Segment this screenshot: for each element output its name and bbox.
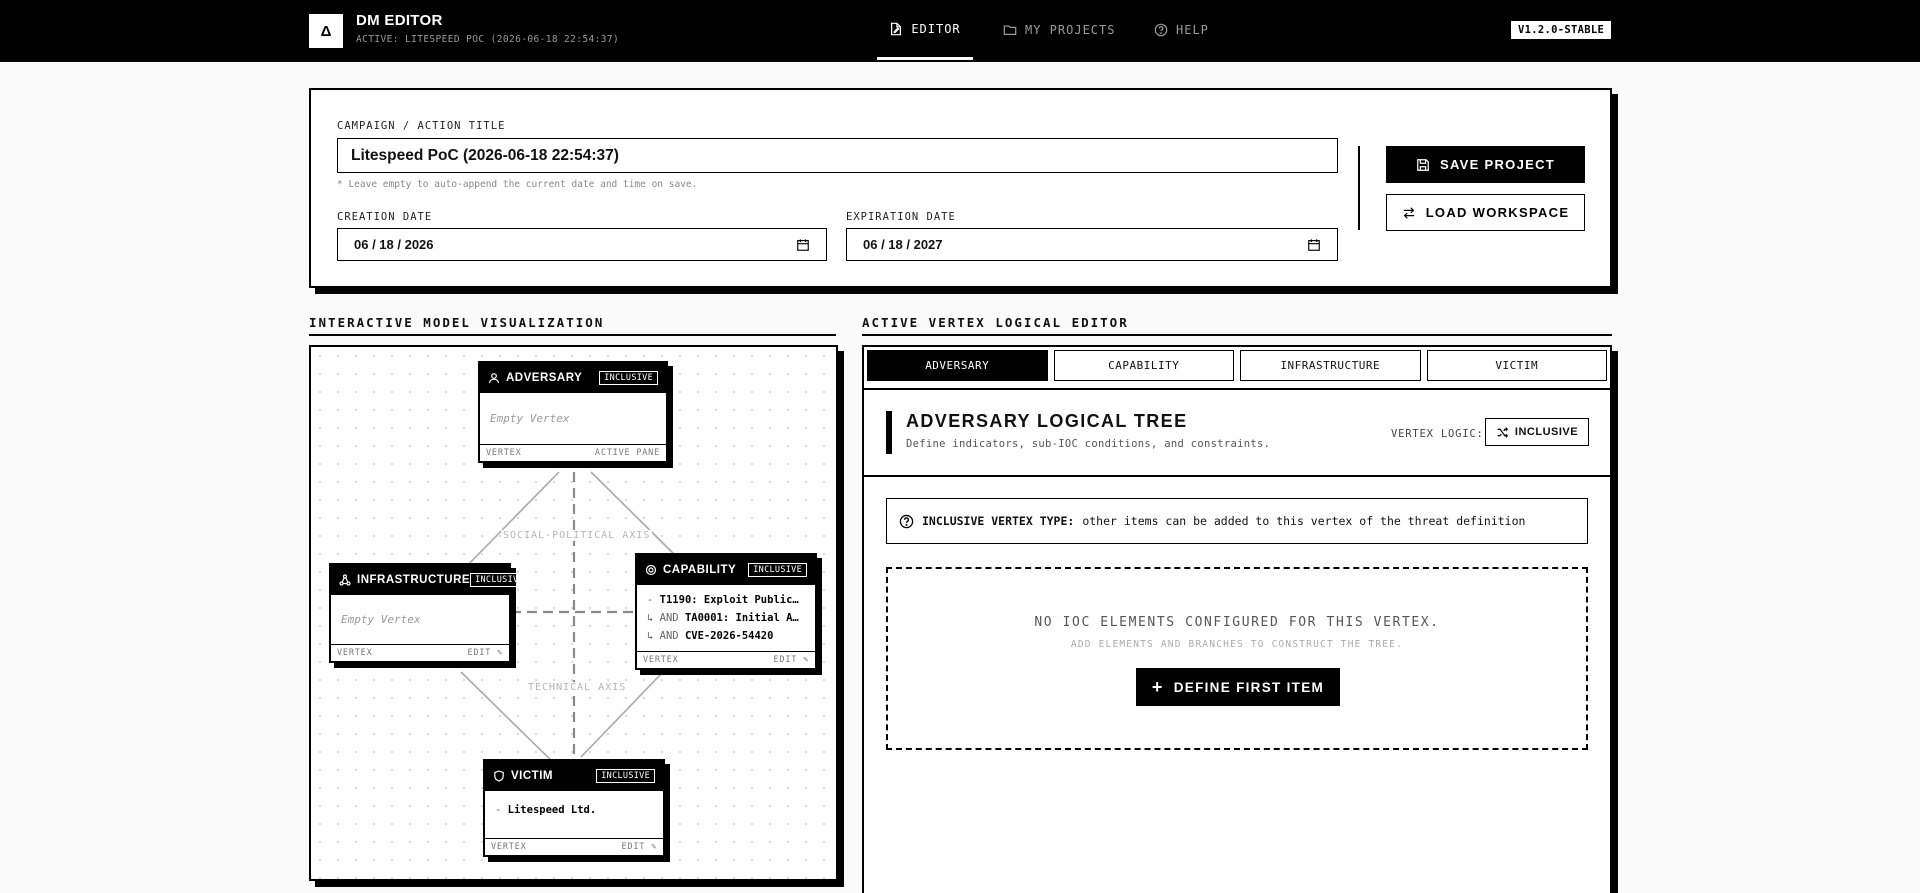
expiration-date-input[interactable]: 06 / 18 / 2027 [846, 228, 1338, 261]
title-field-label: CAMPAIGN / ACTION TITLE [337, 120, 506, 132]
editor-header-divider [864, 475, 1610, 477]
tab-capability[interactable]: CAPABILITY [1053, 350, 1234, 381]
folder-icon [1003, 25, 1017, 35]
save-icon [1417, 158, 1429, 171]
vertex-foot-label: VERTEX [491, 842, 527, 852]
empty-state-subtitle: ADD ELEMENTS AND BRANCHES TO CONSTRUCT T… [1070, 639, 1404, 650]
top-navigation-bar: Δ DM EDITOR ACTIVE: LITESPEED POC (2026-… [0, 0, 1920, 62]
info-text: other items can be added to this vertex … [1082, 514, 1526, 528]
help-circle-icon [1154, 23, 1168, 37]
expiration-date-value: 06 / 18 / 2027 [863, 237, 943, 252]
vertex-foot-label: VERTEX [337, 648, 373, 658]
vertex-title: INFRASTRUCTURE [339, 574, 470, 586]
tab-victim[interactable]: VICTIM [1426, 350, 1607, 381]
vertex-adversary[interactable]: ADVERSARY INCLUSIVE Empty Vertex VERTEX … [478, 361, 668, 463]
title-hint: * Leave empty to auto-append the current… [337, 179, 698, 190]
ioc-item: - T1190: Exploit Public… [647, 594, 799, 606]
vertex-name-capability: CAPABILITY [663, 564, 737, 576]
empty-vertex-text: Empty Vertex [341, 613, 421, 626]
tree-title: ADVERSARY LOGICAL TREE [906, 411, 1188, 431]
vertex-badge-victim: INCLUSIVE [596, 769, 655, 783]
empty-vertex-text: Empty Vertex [490, 412, 570, 425]
vertex-logical-editor: ADVERSARY CAPABILITY INFRASTRUCTURE VICT… [862, 345, 1612, 893]
active-pane-indicator: ACTIVE PANE [594, 448, 660, 458]
creation-date-label: CREATION DATE [337, 211, 433, 223]
define-first-item-label: DEFINE FIRST ITEM [1173, 679, 1325, 695]
vertex-name-victim: VICTIM [511, 770, 553, 782]
tab-infrastructure[interactable]: INFRASTRUCTURE [1240, 350, 1421, 381]
technical-axis-label: TECHNICAL AXIS [526, 682, 629, 693]
chip-icon [645, 564, 657, 576]
save-project-label: SAVE PROJECT [1439, 157, 1556, 172]
user-icon [488, 373, 500, 384]
app-logo: Δ [309, 14, 343, 48]
calendar-icon[interactable] [796, 238, 810, 252]
edit-vertex-link[interactable]: EDIT ✎ [621, 842, 657, 852]
nav-label-my-projects: MY PROJECTS [1025, 23, 1116, 37]
vertex-infrastructure[interactable]: INFRASTRUCTURE INCLUSIVE Empty Vertex VE… [329, 563, 529, 663]
ioc-item: ↳ AND TA0001: Initial A… [647, 612, 799, 624]
swap-arrows-icon [1403, 206, 1414, 219]
visualization-heading: INTERACTIVE MODEL VISUALIZATION [309, 315, 605, 330]
title-accent-bar [886, 411, 892, 454]
creation-date-input[interactable]: 06 / 18 / 2026 [337, 228, 827, 261]
vertex-type-info: INCLUSIVE VERTEX TYPE: other items can b… [886, 498, 1588, 544]
ioc-empty-state: NO IOC ELEMENTS CONFIGURED FOR THIS VERT… [886, 567, 1588, 750]
ioc-item: ↳ AND CVE-2026-54420 [647, 630, 774, 642]
vertex-logic-value: INCLUSIVE [1514, 426, 1579, 438]
shuffle-icon [1497, 426, 1509, 438]
edit-vertex-link[interactable]: EDIT ✎ [773, 655, 809, 665]
load-workspace-label: LOAD WORKSPACE [1425, 205, 1570, 220]
edit-vertex-link[interactable]: EDIT ✎ [467, 648, 503, 658]
app-title: DM EDITOR [356, 12, 443, 29]
vertex-foot-label: VERTEX [643, 655, 679, 665]
version-badge: V1.2.0-STABLE [1511, 21, 1612, 39]
vertex-tabs: ADVERSARY CAPABILITY INFRASTRUCTURE VICT… [867, 350, 1607, 383]
shield-icon [494, 770, 504, 782]
campaign-title-input[interactable]: Litespeed PoC (2026-06-18 22:54:37) [337, 138, 1338, 173]
vertex-title: VICTIM [493, 770, 553, 782]
vertex-logic-toggle[interactable]: INCLUSIVE [1485, 418, 1589, 446]
save-project-button[interactable]: SAVE PROJECT [1386, 146, 1585, 183]
tree-subtitle: Define indicators, sub-IOC conditions, a… [906, 438, 1271, 450]
model-visualization-canvas[interactable]: SOCIAL-POLITICAL AXIS TECHNICAL AXIS ADV… [309, 345, 838, 881]
vertex-foot-label: VERTEX [486, 448, 522, 458]
calendar-icon[interactable] [1307, 238, 1321, 252]
project-settings-card: CAMPAIGN / ACTION TITLE Litespeed PoC (2… [309, 88, 1612, 288]
vertex-badge-adversary: INCLUSIVE [599, 371, 658, 385]
editor-heading-rule [862, 334, 1612, 336]
vertex-capability[interactable]: CAPABILITY INCLUSIVE - T1190: Exploit Pu… [635, 553, 817, 670]
plus-icon: + [1151, 677, 1164, 697]
creation-date-value: 06 / 18 / 2026 [354, 237, 434, 252]
vertex-title: CAPABILITY [645, 564, 736, 576]
vertex-name-infrastructure: INFRASTRUCTURE [357, 574, 471, 586]
nav-tab-help[interactable]: HELP [1154, 0, 1209, 60]
define-first-item-button[interactable]: + DEFINE FIRST ITEM [1136, 668, 1340, 706]
vertex-title: ADVERSARY [488, 372, 582, 384]
visualization-heading-rule [309, 334, 836, 336]
file-edit-icon [891, 22, 902, 35]
vertex-victim[interactable]: VICTIM INCLUSIVE - Litespeed Ltd. VERTEX… [483, 759, 665, 857]
tab-divider [864, 388, 1610, 390]
active-project-subtitle: ACTIVE: LITESPEED POC (2026-06-18 22:54:… [356, 34, 620, 45]
nav-tab-editor[interactable]: EDITOR [877, 0, 973, 60]
vertex-logic-label: VERTEX LOGIC: [1391, 428, 1484, 440]
help-circle-icon [899, 514, 914, 528]
vertex-badge-capability: INCLUSIVE [748, 563, 807, 577]
load-workspace-button[interactable]: LOAD WORKSPACE [1386, 194, 1585, 231]
nav-label-help: HELP [1176, 23, 1209, 37]
vertex-name-adversary: ADVERSARY [506, 372, 583, 384]
expiration-date-label: EXPIRATION DATE [846, 211, 956, 223]
social-political-axis-label: SOCIAL-POLITICAL AXIS [501, 530, 653, 541]
editor-heading: ACTIVE VERTEX LOGICAL EDITOR [862, 315, 1129, 330]
ioc-item: - Litespeed Ltd. [495, 804, 597, 816]
network-icon [339, 574, 351, 586]
vertex-badge-infrastructure: INCLUSIVE [470, 573, 529, 587]
empty-state-title: NO IOC ELEMENTS CONFIGURED FOR THIS VERT… [1034, 615, 1440, 630]
info-strong-text: INCLUSIVE VERTEX TYPE: [922, 514, 1075, 528]
nav-tab-my-projects[interactable]: MY PROJECTS [1003, 0, 1115, 60]
card-divider [1358, 146, 1360, 230]
tab-adversary[interactable]: ADVERSARY [867, 350, 1048, 381]
nav-label-editor: EDITOR [911, 21, 961, 36]
